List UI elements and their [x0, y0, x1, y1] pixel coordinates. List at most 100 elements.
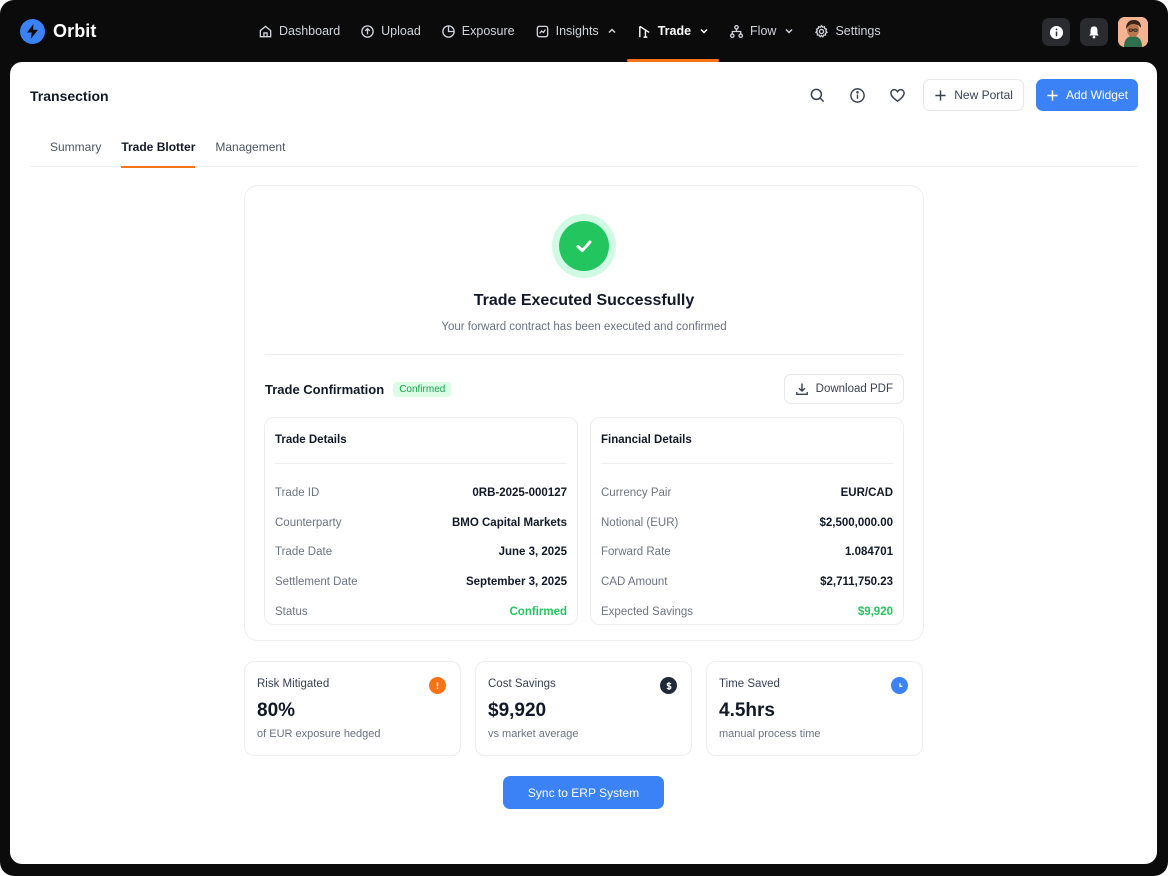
- add-widget-label: Add Widget: [1065, 88, 1128, 102]
- stat-label: Risk Mitigated: [257, 678, 330, 690]
- info-button[interactable]: [1042, 18, 1070, 46]
- download-icon: [795, 383, 808, 395]
- plus-icon: [935, 89, 946, 101]
- stat-card-risk-mitigated: Risk Mitigated 80% of EUR exposure hedge…: [244, 661, 461, 756]
- chevron-down-icon: [785, 28, 793, 34]
- stat-value: 4.5hrs: [719, 700, 775, 721]
- success-badge: [552, 214, 616, 278]
- financial-details-panel: Financial Details Currency Pair EUR/CAD N…: [590, 417, 904, 625]
- nav-item-flow[interactable]: Flow: [719, 0, 804, 62]
- favorite-button[interactable]: [883, 81, 911, 109]
- alert-icon: [429, 677, 446, 694]
- pie-chart-icon: [442, 24, 455, 38]
- main-panel: Transection New Portal Add Widget Summar…: [10, 62, 1157, 864]
- app-frame: Orbit Dashboard Upload Exposure Insights: [0, 0, 1168, 876]
- nav-item-upload[interactable]: Upload: [350, 0, 431, 62]
- detail-label: Forward Rate: [601, 546, 671, 559]
- tab-summary[interactable]: Summary: [30, 132, 111, 167]
- financial-details-rows: Currency Pair EUR/CAD Notional (EUR) $2,50…: [601, 478, 893, 627]
- clock-icon: [891, 677, 908, 694]
- detail-value: 1.084701: [845, 546, 893, 559]
- stat-card-time-saved: Time Saved 4.5hrs manual process time: [706, 661, 923, 756]
- confirmation-header: Trade Confirmation Confirmed: [265, 382, 452, 397]
- detail-label: Trade Date: [275, 546, 333, 559]
- detail-value: BMO Capital Markets: [451, 516, 567, 529]
- detail-label: Settlement Date: [275, 576, 358, 589]
- detail-label: Status: [275, 606, 308, 619]
- detail-row: Currency Pair EUR/CAD: [601, 478, 893, 508]
- stat-value: 80%: [257, 700, 296, 721]
- user-avatar-icon: [1118, 17, 1148, 47]
- upload-icon: [361, 24, 374, 38]
- tab-trade-blotter[interactable]: Trade Blotter: [111, 132, 205, 168]
- detail-row: Expected Savings $9,920: [601, 597, 893, 627]
- detail-label: Counterparty: [275, 516, 342, 529]
- detail-value: June 3, 2025: [498, 546, 567, 559]
- page-tabs: Summary Trade Blotter Management: [30, 132, 1138, 168]
- stat-caption: vs market average: [488, 728, 579, 740]
- top-navbar: Orbit Dashboard Upload Exposure Insights: [0, 0, 1168, 62]
- detail-value: September 3, 2025: [465, 576, 567, 589]
- stat-label: Time Saved: [719, 678, 780, 690]
- detail-value: $2,500,000.00: [819, 516, 893, 529]
- confirmation-title: Trade Confirmation: [265, 382, 385, 397]
- nav-item-trade[interactable]: Trade: [626, 0, 720, 62]
- detail-row: Trade ID 0RB-2025-000127: [275, 478, 567, 508]
- chevron-down-icon: [700, 28, 708, 34]
- search-button[interactable]: [803, 81, 831, 109]
- detail-label: Notional (EUR): [601, 516, 679, 529]
- detail-row: Status Confirmed: [275, 597, 567, 627]
- nav-label: Exposure: [461, 24, 515, 38]
- bolt-logo-icon: [20, 19, 45, 44]
- new-portal-label: New Portal: [954, 88, 1013, 102]
- success-dot: [559, 221, 609, 271]
- detail-row: Notional (EUR) $2,500,000.00: [601, 508, 893, 538]
- stat-card-cost-savings: Cost Savings $9,920 vs market average: [475, 661, 692, 756]
- info-icon: [1049, 25, 1063, 39]
- status-value: Confirmed: [509, 606, 568, 619]
- insights-icon: [536, 25, 548, 37]
- page-toolbar: New Portal Add Widget: [803, 79, 1138, 111]
- detail-row: CAD Amount $2,711,750.23: [601, 567, 893, 597]
- nav-item-exposure[interactable]: Exposure: [431, 0, 525, 62]
- search-icon: [810, 88, 824, 102]
- savings-value: $9,920: [857, 606, 893, 619]
- status-badge: Confirmed: [393, 382, 452, 397]
- heart-icon: [889, 88, 905, 102]
- detail-row: Trade Date June 3, 2025: [275, 538, 567, 568]
- brand-name: Orbit: [53, 21, 97, 41]
- download-pdf-button[interactable]: Download PDF: [783, 374, 904, 404]
- detail-row: Settlement Date September 3, 2025: [275, 567, 567, 597]
- stat-label: Cost Savings: [488, 678, 556, 690]
- success-title: Trade Executed Successfully: [473, 292, 695, 309]
- plus-icon: [1047, 89, 1058, 101]
- nav-item-insights[interactable]: Insights: [525, 0, 627, 62]
- divider: [601, 463, 893, 464]
- brand[interactable]: Orbit: [20, 19, 97, 44]
- info-outline-button[interactable]: [843, 81, 871, 109]
- detail-label: Trade ID: [275, 486, 320, 499]
- gear-icon: [815, 24, 829, 38]
- download-label: Download PDF: [815, 383, 893, 395]
- tab-management[interactable]: Management: [205, 132, 295, 167]
- trade-icon: [638, 25, 650, 38]
- sync-erp-button[interactable]: Sync to ERP System: [503, 776, 664, 809]
- financial-details-title: Financial Details: [601, 434, 692, 446]
- stat-value: $9,920: [488, 700, 547, 721]
- avatar[interactable]: [1118, 17, 1148, 47]
- divider: [275, 463, 567, 464]
- checkmark-icon: [576, 240, 592, 252]
- page-title: Transection: [30, 88, 109, 104]
- detail-value: EUR/CAD: [840, 486, 893, 499]
- new-portal-button[interactable]: New Portal: [923, 79, 1024, 111]
- nav-item-settings[interactable]: Settings: [804, 0, 890, 62]
- detail-label: CAD Amount: [601, 576, 668, 589]
- detail-row: Counterparty BMO Capital Markets: [275, 508, 567, 538]
- stat-caption: of EUR exposure hedged: [257, 728, 381, 740]
- home-icon: [259, 24, 272, 37]
- nav-item-dashboard[interactable]: Dashboard: [248, 0, 350, 62]
- stat-caption: manual process time: [719, 728, 821, 740]
- notifications-button[interactable]: [1080, 18, 1108, 46]
- add-widget-button[interactable]: Add Widget: [1035, 79, 1138, 111]
- divider: [265, 354, 903, 355]
